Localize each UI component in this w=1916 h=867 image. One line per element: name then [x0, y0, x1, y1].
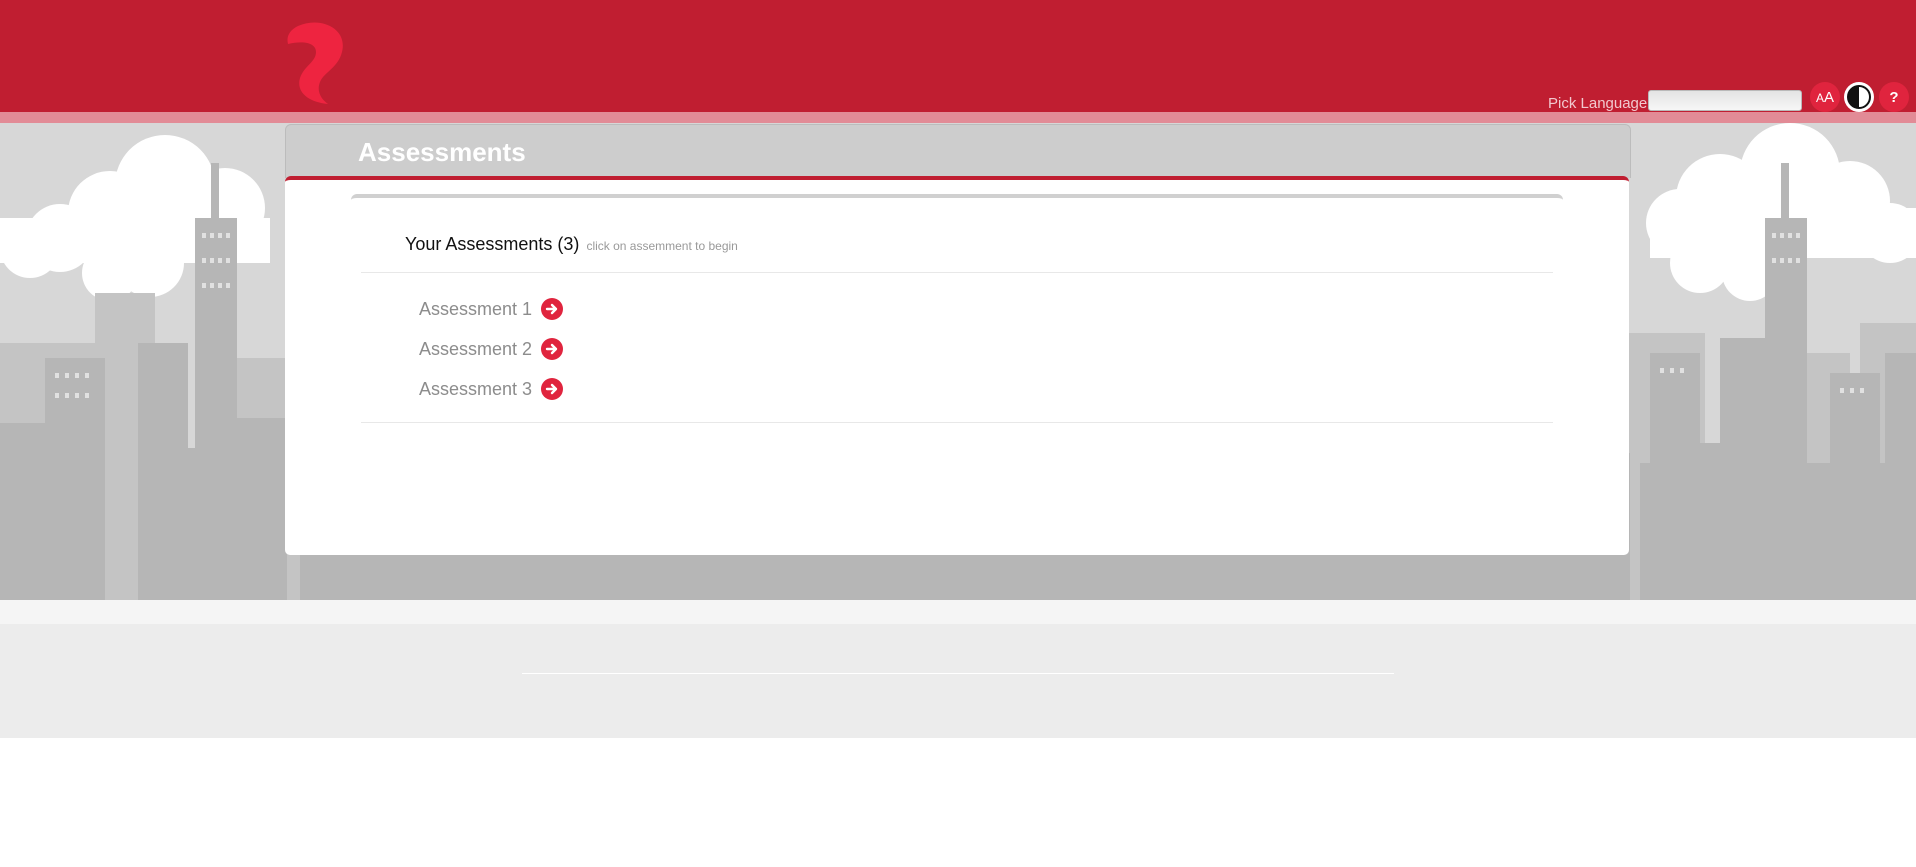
panel-header: Assessments	[285, 124, 1631, 178]
list-heading-text: Your Assessments (3)	[405, 234, 580, 254]
assessment-label: Assessment 2	[419, 338, 533, 359]
list-hint: click on assemment to begin	[586, 239, 738, 253]
inner-panel-top	[351, 194, 1563, 202]
contrast-icon	[1847, 85, 1871, 109]
arrow-right-icon[interactable]	[541, 298, 564, 320]
footer-divider	[522, 673, 1394, 674]
footer-top-band	[0, 600, 1916, 624]
list-item[interactable]: Assessment 1	[419, 298, 564, 320]
assessments-panel: Your Assessments (3) click on assemment …	[285, 176, 1629, 555]
assessment-label: Assessment 1	[419, 298, 533, 319]
page-title: Assessments	[358, 137, 526, 167]
divider	[361, 272, 1553, 273]
help-icon: ?	[1889, 88, 1899, 106]
logo-icon	[287, 22, 343, 104]
language-label: Pick Language	[1548, 95, 1648, 112]
arrow-right-icon[interactable]	[541, 378, 564, 400]
assessment-label: Assessment 3	[419, 378, 533, 399]
header-accent-strip	[0, 112, 1916, 123]
font-size-icon: AA	[1815, 88, 1835, 106]
list-item[interactable]: Assessment 2	[419, 338, 564, 360]
divider	[361, 422, 1553, 423]
header-bar: Pick Language AA ?	[0, 0, 1916, 112]
list-item[interactable]: Assessment 3	[419, 378, 564, 400]
font-size-button[interactable]: AA	[1810, 82, 1840, 112]
list-heading: Your Assessments (3) click on assemment …	[405, 234, 738, 255]
help-button[interactable]: ?	[1879, 82, 1909, 112]
language-select[interactable]	[1648, 90, 1802, 111]
footer	[0, 600, 1916, 738]
arrow-right-icon[interactable]	[541, 338, 564, 360]
contrast-button[interactable]	[1844, 82, 1874, 112]
